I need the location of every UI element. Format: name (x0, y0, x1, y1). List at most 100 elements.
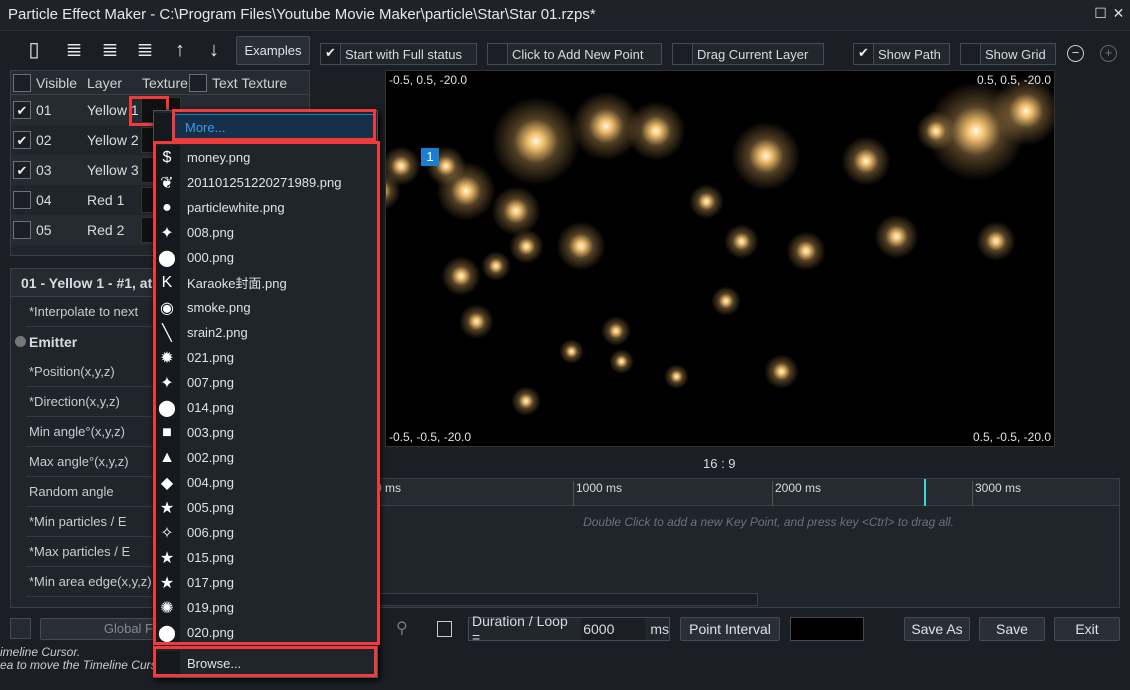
particle (511, 386, 541, 416)
list-highlight (153, 141, 380, 645)
particle (873, 213, 919, 259)
duration-label: Duration / Loop = (472, 613, 568, 645)
arrow-down-icon[interactable]: ↓ (202, 38, 226, 62)
add-layer-icon[interactable]: ≣ (62, 38, 86, 62)
checkbox[interactable]: ✔ (321, 44, 341, 64)
particle (711, 286, 741, 316)
property-row[interactable]: *Min area edge(x,y,z) (26, 567, 161, 597)
status-line-2: ea to move the Timeline Curs (0, 658, 157, 672)
zoom-out-icon[interactable]: − (1067, 45, 1084, 62)
window-title: Particle Effect Maker - C:\Program Files… (8, 6, 596, 23)
col-texture: Texture (142, 74, 188, 91)
checkbox[interactable]: ✔ (854, 44, 874, 64)
aspect-ratio[interactable]: 16 : 9 (703, 456, 736, 471)
delete-all-layers-icon[interactable]: ≣ (133, 38, 157, 62)
point-interval-button[interactable]: Point Interval (680, 617, 780, 641)
particle (916, 111, 956, 151)
global-button[interactable]: Global F (40, 618, 160, 640)
interpolate-row[interactable]: *Interpolate to next (26, 297, 161, 327)
layer-id: 04 (36, 192, 52, 208)
particle (976, 221, 1016, 261)
delete-layer-icon[interactable]: ≣ (98, 38, 122, 62)
drag-layer-toggle[interactable]: Drag Current Layer (672, 43, 824, 65)
more-highlight (172, 109, 376, 141)
examples-button[interactable]: Examples (236, 36, 310, 65)
duration-input[interactable]: 6000 (581, 618, 646, 640)
particle (786, 231, 826, 271)
group-label: Emitter (29, 334, 78, 350)
unit-label: ms (650, 621, 669, 637)
visible-checkbox[interactable]: ✔ (13, 161, 31, 179)
coord-top-right: 0.5, 0.5, -20.0 (976, 73, 1051, 87)
layer-id: 02 (36, 132, 52, 148)
property-row[interactable]: *Min particles / E (26, 507, 161, 537)
global-checkbox[interactable] (10, 618, 31, 639)
close-icon[interactable]: ✕ (1112, 6, 1125, 20)
color-swatch[interactable] (790, 617, 864, 641)
tick-label: 1000 ms (573, 481, 622, 506)
timeline-cursor[interactable] (924, 479, 926, 506)
property-row[interactable]: *Position(x,y,z) (26, 357, 161, 387)
duration-field: Duration / Loop = 6000 ms (468, 613, 670, 645)
particle (491, 186, 541, 236)
particle (441, 256, 481, 296)
timeline[interactable]: 0 ms 1000 ms 2000 ms 3000 ms Double Clic… (375, 478, 1120, 608)
layer-id: 03 (36, 162, 52, 178)
visible-checkbox[interactable]: ✔ (13, 101, 31, 119)
particle (608, 348, 634, 374)
loop-checkbox[interactable] (437, 621, 452, 637)
particle (558, 338, 584, 364)
properties-panel: 01 - Yellow 1 - #1, at 0 *Interpolate to… (10, 268, 162, 608)
label: Start with Full status (345, 46, 463, 62)
preview-canvas[interactable]: -0.5, 0.5, -20.0 0.5, 0.5, -20.0 -0.5, -… (385, 70, 1055, 447)
particle (491, 96, 581, 186)
layer-name: Yellow 2 (87, 132, 139, 148)
show-grid-toggle[interactable]: Show Grid (960, 43, 1056, 65)
particle (556, 221, 606, 271)
checkbox[interactable] (961, 44, 981, 64)
select-all-checkbox[interactable] (13, 73, 31, 92)
property-row[interactable]: Max angle°(x,y,z) (26, 447, 161, 477)
text-texture-checkbox[interactable] (189, 73, 207, 92)
figure-icon[interactable]: ⚲ (396, 618, 408, 638)
emitter-group[interactable]: Emitter (11, 327, 161, 357)
open-door-icon[interactable]: ▯ (22, 38, 46, 62)
particle (386, 146, 421, 186)
exit-button[interactable]: Exit (1054, 617, 1120, 641)
property-row[interactable]: *Direction(x,y,z) (26, 387, 161, 417)
visible-checkbox[interactable] (13, 191, 31, 209)
path-point-badge[interactable]: 1 (421, 148, 439, 166)
particle (663, 363, 689, 389)
title-bar: Particle Effect Maker - C:\Program Files… (0, 0, 1130, 31)
coord-bottom-left: -0.5, -0.5, -20.0 (389, 430, 472, 444)
zoom-in-icon[interactable]: + (1100, 45, 1117, 62)
particle (731, 121, 801, 191)
tick-label: 3000 ms (972, 481, 1021, 506)
property-row[interactable]: *Max particles / E (26, 537, 161, 567)
particle (688, 183, 724, 219)
timeline-scrollbar[interactable] (378, 593, 758, 606)
browse-highlight (153, 646, 377, 677)
save-as-button[interactable]: Save As (904, 617, 970, 641)
show-path-toggle[interactable]: ✔ Show Path (853, 43, 950, 65)
checkbox[interactable] (673, 44, 693, 64)
checkbox[interactable] (488, 44, 508, 64)
collapse-icon[interactable] (15, 336, 26, 347)
click-add-point-toggle[interactable]: Click to Add New Point (487, 43, 662, 65)
visible-checkbox[interactable] (13, 221, 31, 239)
arrow-up-icon[interactable]: ↑ (168, 38, 192, 62)
property-row[interactable]: Random angle (26, 477, 161, 507)
col-layer: Layer (87, 74, 123, 91)
timeline-ruler[interactable]: 0 ms 1000 ms 2000 ms 3000 ms (375, 479, 1119, 506)
coord-bottom-right: 0.5, -0.5, -20.0 (972, 430, 1051, 444)
particle (508, 228, 544, 264)
maximize-icon[interactable]: ☐ (1094, 6, 1107, 20)
label: Show Path (878, 46, 941, 62)
property-row[interactable]: Min angle°(x,y,z) (26, 417, 161, 447)
particle (841, 136, 891, 186)
start-full-status-toggle[interactable]: ✔ Start with Full status (320, 43, 477, 65)
layer-name: Yellow 3 (87, 162, 139, 178)
visible-checkbox[interactable]: ✔ (13, 131, 31, 149)
save-button[interactable]: Save (979, 617, 1045, 641)
timeline-hint: Double Click to add a new Key Point, and… (583, 515, 954, 529)
